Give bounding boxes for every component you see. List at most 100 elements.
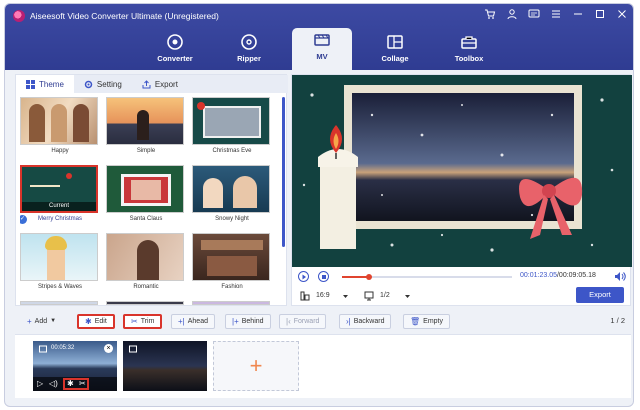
add-button[interactable]: + Add ▼ [21, 314, 62, 329]
progress-fill [342, 276, 370, 278]
remove-clip-icon[interactable]: × [104, 344, 113, 353]
theme-label: Merry Christmas [37, 216, 82, 222]
tab-ripper[interactable]: Ripper [219, 30, 279, 70]
tab-export[interactable]: Export [132, 75, 188, 93]
scissors-icon: ✂ [131, 317, 138, 326]
toolbox-icon [461, 36, 477, 49]
forward-button[interactable]: |‹ Forward [279, 314, 327, 329]
theme-christmas-eve[interactable]: Christmas Eve [192, 97, 272, 154]
theme-row4-a[interactable] [20, 301, 100, 305]
theme-simple[interactable]: Simple [106, 97, 186, 154]
disc-icon [241, 34, 257, 50]
preview-frame [292, 75, 632, 267]
play-button[interactable] [298, 271, 309, 282]
ahead-label: Ahead [187, 318, 208, 325]
theme-fashion[interactable]: Fashion [192, 233, 272, 290]
trash-icon: 🗑 [410, 317, 421, 326]
progress-slider[interactable] [342, 274, 512, 280]
theme-merry-christmas[interactable]: Current ✓ Merry Christmas [20, 165, 100, 224]
behind-label: Behind [241, 318, 264, 325]
add-clip-button[interactable]: + [213, 341, 299, 391]
backward-button[interactable]: ›| Backward [339, 314, 392, 329]
theme-label: Happy [51, 148, 69, 154]
ahead-button[interactable]: +| Ahead [171, 314, 215, 329]
play-icon [302, 274, 306, 279]
theme-row4-c[interactable] [192, 301, 272, 305]
app-logo [13, 10, 25, 22]
app-title: Aiseesoft Video Converter Ultimate (Unre… [30, 11, 219, 21]
theme-panel: Theme Setting Export Happy Simple Christ… [15, 74, 288, 306]
video-icon [129, 345, 137, 353]
theme-thumbnail [192, 97, 270, 145]
theme-thumbnail [192, 301, 270, 305]
theme-thumbnail [20, 301, 98, 305]
tab-label: Toolbox [454, 54, 484, 63]
theme-thumbnail [20, 97, 98, 145]
trim-button[interactable]: ✂ Trim [123, 314, 163, 329]
time-display: 00:01:23.05/00:09:05.18 [520, 272, 596, 279]
highlight-box [63, 378, 89, 390]
theme-row4-b[interactable] [106, 301, 186, 305]
clip-item[interactable] [123, 341, 207, 391]
theme-label: Fashion [221, 284, 243, 290]
current-time: 00:01:23.05 [520, 272, 557, 279]
tab-setting[interactable]: Setting [74, 75, 132, 93]
stop-icon [321, 274, 326, 279]
plus-icon: + [27, 317, 32, 326]
volume-icon[interactable] [614, 271, 626, 282]
aspect-ratio-value[interactable]: 16:9 [316, 292, 330, 299]
progress-handle[interactable] [366, 274, 373, 280]
tab-theme[interactable]: Theme [16, 75, 74, 93]
preview-panel: 00:01:23.05/00:09:05.18 16:9 1/2 Export [291, 74, 632, 306]
volume-icon[interactable]: ◁) [49, 379, 58, 388]
chat-icon[interactable] [527, 8, 541, 22]
empty-button[interactable]: 🗑 Empty [403, 314, 450, 329]
minimize-icon[interactable] [571, 8, 585, 22]
theme-thumbnail [192, 165, 270, 213]
chevron-down-icon[interactable] [342, 293, 349, 300]
theme-label: Snowy Night [215, 216, 249, 222]
backward-label: Backward [353, 318, 385, 325]
theme-scrollbar[interactable] [282, 97, 285, 247]
play-icon[interactable]: ▷ [37, 379, 43, 388]
tab-mv[interactable]: MV [292, 28, 352, 70]
close-icon[interactable] [615, 8, 629, 22]
tab-export-label: Export [154, 79, 178, 89]
chevron-down-icon: ▼ [50, 318, 57, 324]
theme-grid: Happy Simple Christmas Eve Current ✓ Mer… [20, 97, 278, 305]
grid-icon [26, 79, 35, 89]
chevron-down-icon[interactable] [404, 293, 411, 300]
user-icon[interactable] [505, 8, 519, 22]
behind-button[interactable]: |+ Behind [225, 314, 271, 329]
tab-toolbox[interactable]: Toolbox [439, 30, 499, 70]
theme-happy[interactable]: Happy [20, 97, 100, 154]
clip-timeline: 00:05:32 × ▷ ◁) ✱ ✂ + [15, 334, 631, 398]
backward-icon: ›| [346, 317, 351, 326]
window-controls [483, 8, 629, 22]
cart-icon[interactable] [483, 8, 497, 22]
export-button[interactable]: Export [576, 287, 624, 303]
clip-toolbar: + Add ▼ ✱ Edit ✂ Trim +| Ahead |+ Behind… [15, 314, 631, 330]
theme-label: Romantic [133, 284, 159, 290]
tab-label: Ripper [237, 54, 261, 63]
theme-thumbnail [106, 97, 184, 145]
export-icon [142, 79, 151, 88]
theme-stripes-waves[interactable]: Stripes & Waves [20, 233, 100, 290]
screen-value[interactable]: 1/2 [380, 292, 390, 299]
theme-santa-claus[interactable]: Santa Claus [106, 165, 186, 222]
theme-thumbnail [106, 301, 184, 305]
stop-button[interactable] [318, 271, 329, 282]
edit-button[interactable]: ✱ Edit [77, 314, 115, 329]
theme-romantic[interactable]: Romantic [106, 233, 186, 290]
theme-thumbnail [192, 233, 270, 281]
tab-collage[interactable]: Collage [365, 30, 425, 70]
menu-icon[interactable] [549, 8, 563, 22]
forward-icon: |‹ [286, 317, 291, 326]
maximize-icon[interactable] [593, 8, 607, 22]
tab-label: Collage [381, 54, 409, 63]
clip-item[interactable]: 00:05:32 × ▷ ◁) ✱ ✂ [33, 341, 117, 391]
theme-snowy-night[interactable]: Snowy Night [192, 165, 272, 222]
tab-converter[interactable]: Converter [145, 30, 205, 70]
app-window: Aiseesoft Video Converter Ultimate (Unre… [4, 3, 634, 407]
video-preview [292, 75, 632, 267]
